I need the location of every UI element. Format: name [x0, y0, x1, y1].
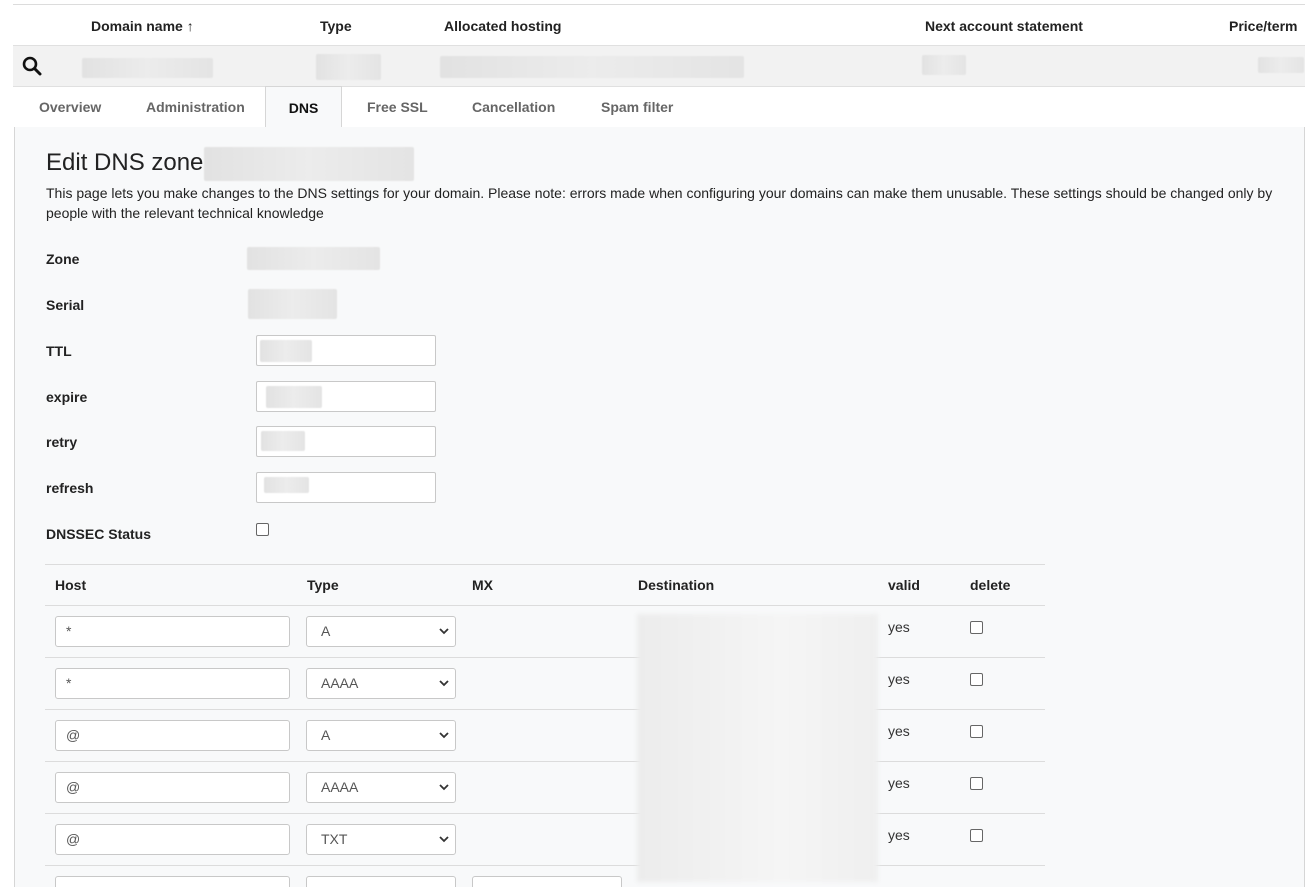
chevron-down-icon	[439, 784, 449, 791]
domain-table-header: Domain name ↑ Type Allocated hosting Nex…	[13, 4, 1305, 45]
table-row: * A yes	[45, 606, 1045, 658]
host-input[interactable]: *	[55, 616, 290, 647]
valid-status: yes	[888, 723, 910, 739]
host-input[interactable]: *	[55, 668, 290, 699]
chevron-down-icon	[439, 732, 449, 739]
tab-cancellation[interactable]: Cancellation	[447, 86, 580, 127]
type-select[interactable]: TXT	[306, 824, 456, 855]
delete-checkbox[interactable]	[970, 725, 983, 738]
table-row: @ TXT yes	[45, 814, 1045, 866]
tab-free-ssl[interactable]: Free SSL	[342, 86, 453, 127]
valid-status: yes	[888, 619, 910, 635]
valid-status: yes	[888, 671, 910, 687]
host-input[interactable]: @	[55, 824, 290, 855]
allocated-hosting-column-header[interactable]: Allocated hosting	[444, 18, 561, 34]
domain-table: Domain name ↑ Type Allocated hosting Nex…	[13, 4, 1305, 87]
delete-column-header: delete	[970, 577, 1011, 593]
type-select[interactable]: A	[306, 616, 456, 647]
domain-name-column-header[interactable]: Domain name ↑	[91, 18, 194, 34]
domain-tabs: Overview Administration DNS Free SSL Can…	[14, 86, 1305, 128]
tab-administration[interactable]: Administration	[121, 86, 270, 127]
chevron-down-icon	[439, 628, 449, 635]
valid-status: yes	[888, 827, 910, 843]
tab-dns[interactable]: DNS	[265, 86, 342, 128]
table-row: * AAAA yes	[45, 658, 1045, 710]
redacted-type	[316, 54, 381, 80]
redacted-hosting	[440, 56, 744, 78]
mx-column-header: MX	[472, 577, 493, 593]
redacted-statement	[922, 55, 966, 75]
search-icon[interactable]	[22, 56, 42, 76]
table-row: @ AAAA yes	[45, 762, 1045, 814]
host-column-header: Host	[55, 577, 87, 593]
tab-overview[interactable]: Overview	[14, 86, 126, 127]
next-statement-column-header[interactable]: Next account statement	[925, 18, 1083, 34]
delete-checkbox[interactable]	[970, 621, 983, 634]
redacted-domain	[82, 58, 213, 78]
redacted-price	[1258, 57, 1304, 73]
records-header: Host Type MX Destination valid delete	[45, 564, 1045, 606]
type-select[interactable]: AAAA	[306, 668, 456, 699]
host-input[interactable]: @	[55, 772, 290, 803]
table-row	[45, 866, 1045, 887]
delete-checkbox[interactable]	[970, 829, 983, 842]
domain-search-row[interactable]	[13, 45, 1305, 87]
type-column-header[interactable]: Type	[320, 18, 352, 34]
dns-records-table: Host Type MX Destination valid delete * …	[45, 564, 1045, 887]
price-term-column-header[interactable]: Price/term	[1229, 18, 1297, 34]
type-select[interactable]: AAAA	[306, 772, 456, 803]
valid-status: yes	[888, 775, 910, 791]
tab-spam-filter[interactable]: Spam filter	[576, 86, 698, 127]
host-input[interactable]: @	[55, 720, 290, 751]
type-select[interactable]: A	[306, 720, 456, 751]
valid-column-header: valid	[888, 577, 920, 593]
delete-checkbox[interactable]	[970, 673, 983, 686]
table-row: @ A yes	[45, 710, 1045, 762]
chevron-down-icon	[439, 680, 449, 687]
chevron-down-icon	[439, 836, 449, 843]
destination-column-header: Destination	[638, 577, 715, 593]
delete-checkbox[interactable]	[970, 777, 983, 790]
redacted-destinations	[637, 614, 878, 882]
type-column-header-records: Type	[307, 577, 339, 593]
arrow-up-icon: ↑	[186, 18, 194, 34]
